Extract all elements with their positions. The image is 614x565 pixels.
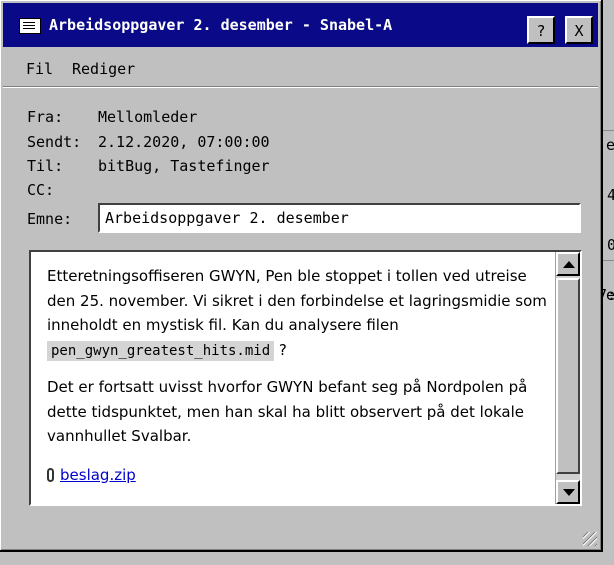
to-value: bitBug, Tastefinger: [98, 157, 270, 175]
message-text: Etteretningsoffiseren GWYN, Pen ble stop…: [47, 264, 547, 487]
to-label: Til:: [27, 157, 64, 175]
background-text: 4: [607, 186, 614, 204]
subject-label: Emne:: [27, 210, 73, 228]
scroll-thumb[interactable]: [556, 278, 580, 474]
arrow-down-icon: [563, 489, 575, 496]
filename-code: pen_gwyn_greatest_hits.mid: [47, 340, 275, 361]
paragraph-1-end: ?: [274, 340, 287, 359]
menu-file[interactable]: Fil: [26, 60, 53, 78]
paragraph-1: Etteretningsoffiseren GWYN, Pen ble stop…: [47, 264, 547, 363]
background-text: e: [606, 136, 614, 154]
envelope-icon: [19, 18, 41, 34]
cc-label: CC:: [27, 181, 55, 199]
title-bar[interactable]: Arbeidsoppgaver 2. desember - Snabel-A ?…: [3, 3, 598, 47]
paragraph-1-text: Etteretningsoffiseren GWYN, Pen ble stop…: [47, 267, 547, 334]
help-button[interactable]: ?: [527, 16, 555, 44]
paragraph-2: Det er fortsatt uvisst hvorfor GWYN befa…: [47, 378, 528, 445]
sent-value: 2.12.2020, 07:00:00: [98, 133, 270, 151]
arrow-up-icon: [563, 261, 575, 268]
attachment-link[interactable]: beslag.zip: [60, 466, 136, 484]
sent-label: Sendt:: [27, 133, 82, 151]
vertical-scrollbar[interactable]: [555, 252, 580, 504]
attachment: beslag.zip: [47, 463, 547, 488]
menu-bar: Fil Rediger: [3, 50, 598, 87]
window-title: Arbeidsoppgaver 2. desember - Snabel-A: [49, 16, 393, 34]
subject-field[interactable]: [98, 203, 581, 233]
background-text: 0: [607, 236, 614, 254]
close-button[interactable]: X: [565, 16, 593, 44]
scroll-down-button[interactable]: [556, 480, 580, 504]
email-window: Arbeidsoppgaver 2. desember - Snabel-A ?…: [0, 0, 603, 552]
menu-edit[interactable]: Rediger: [72, 60, 135, 78]
message-body[interactable]: Etteretningsoffiseren GWYN, Pen ble stop…: [29, 250, 582, 506]
from-label: Fra:: [27, 108, 64, 126]
from-value: Mellomleder: [98, 108, 198, 126]
scroll-up-button[interactable]: [556, 252, 580, 276]
paperclip-icon: [47, 467, 54, 482]
resize-grip-icon[interactable]: [583, 532, 597, 546]
